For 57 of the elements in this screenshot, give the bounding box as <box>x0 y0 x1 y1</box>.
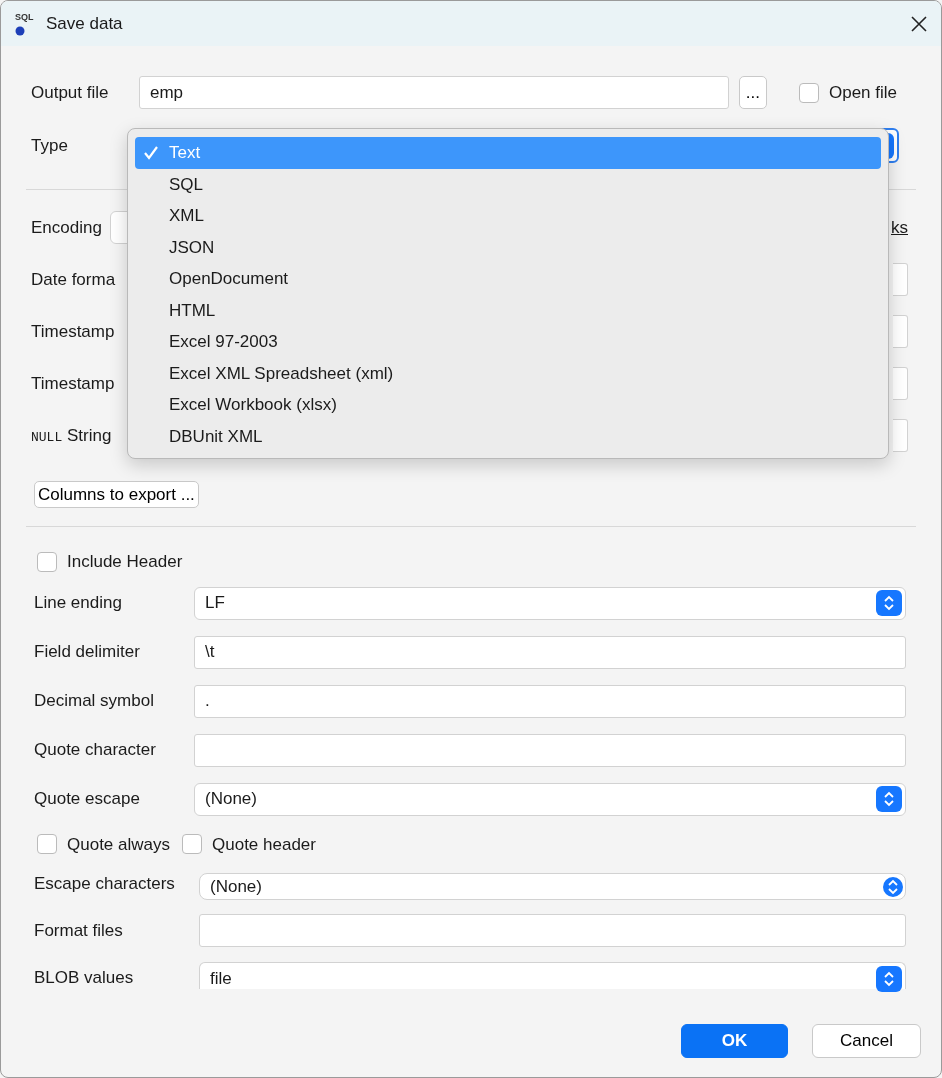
text-field[interactable] <box>893 419 908 452</box>
columns-button[interactable]: Columns to export ... <box>34 481 199 508</box>
input-field[interactable] <box>194 733 906 767</box>
menu-item[interactable]: JSON <box>135 231 881 263</box>
checkbox[interactable] <box>37 834 57 855</box>
link[interactable]: ks <box>891 214 908 241</box>
field-label: Output file <box>31 81 110 104</box>
select-value: LF <box>205 592 225 615</box>
select-value: (None) <box>210 875 262 898</box>
field-label: Quote character <box>34 739 157 762</box>
menu-item[interactable]: OpenDocument <box>135 263 881 295</box>
field-label: Field delimiter <box>34 641 141 664</box>
field-label: Timestamp <box>31 320 115 343</box>
field-label: Type <box>31 134 69 157</box>
field-label: NULL String <box>31 424 112 447</box>
select-field[interactable]: (None) <box>194 782 906 816</box>
checkbox-label: Open file <box>828 81 897 104</box>
select-field[interactable]: (None) <box>199 873 906 900</box>
browse-button[interactable]: ... <box>738 76 767 109</box>
field-label: BLOB values <box>34 967 135 989</box>
checkbox-label: Include Header <box>67 551 183 573</box>
select-field[interactable]: file <box>199 962 906 990</box>
checkbox[interactable] <box>37 551 57 572</box>
select-value: file <box>210 968 232 991</box>
check-icon <box>143 145 159 161</box>
checkbox-label: Quote always <box>67 833 170 856</box>
field-label: Line ending <box>34 592 123 615</box>
window-title: Save data <box>46 12 124 35</box>
checkbox[interactable] <box>182 834 202 855</box>
field-label: Format files <box>34 919 124 942</box>
input-field[interactable] <box>199 914 906 947</box>
output-file-field[interactable]: emp <box>139 76 729 109</box>
ok-button[interactable]: OK <box>681 1024 788 1058</box>
menu-item[interactable]: Excel XML Spreadsheet (xml) <box>135 357 881 389</box>
menu-item[interactable]: SQL <box>135 168 881 200</box>
select-field[interactable]: LF <box>194 586 906 620</box>
menu-item[interactable]: Excel Workbook (xlsx) <box>135 389 881 421</box>
menu-item[interactable]: Excel 97-2003 <box>135 326 881 358</box>
text-field[interactable] <box>893 315 908 348</box>
select-value: (None) <box>205 788 257 811</box>
menu-item[interactable]: DBUnit XML <box>135 420 881 452</box>
cancel-button[interactable]: Cancel <box>812 1024 921 1058</box>
menu-item[interactable]: HTML <box>135 294 881 326</box>
field-label: Quote escape <box>34 788 141 811</box>
input-field[interactable]: . <box>194 684 906 718</box>
text-field[interactable] <box>893 367 908 400</box>
field-label: Decimal symbol <box>34 690 155 713</box>
field-label: Encoding <box>31 216 102 239</box>
checkbox-label: Quote header <box>212 833 316 856</box>
field-label: Timestamp <box>31 372 115 395</box>
text-field[interactable] <box>893 263 908 296</box>
field-label: Escape characters <box>34 873 176 896</box>
input-field[interactable]: \t <box>194 635 906 669</box>
close-icon[interactable] <box>909 13 929 34</box>
field-label: Date forma <box>31 268 116 291</box>
checkbox[interactable] <box>798 82 819 103</box>
menu-item[interactable]: XML <box>135 200 881 232</box>
